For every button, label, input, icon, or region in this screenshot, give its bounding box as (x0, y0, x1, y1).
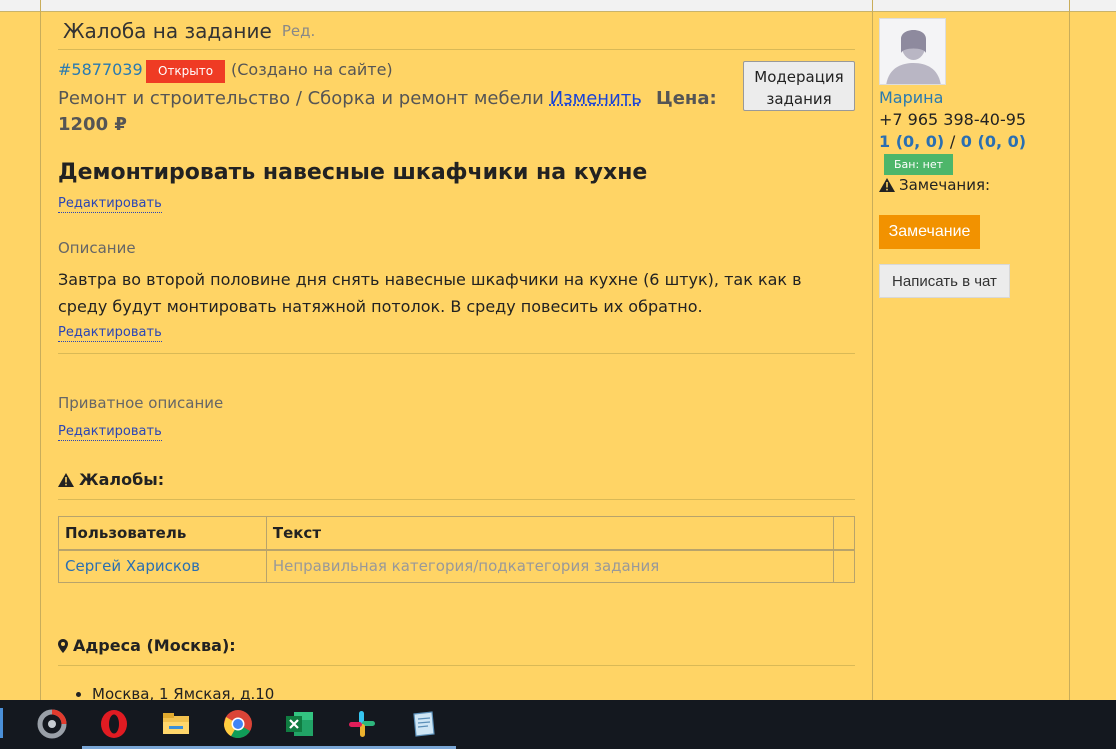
user-name-link[interactable]: Марина (879, 88, 943, 107)
warning-icon (879, 178, 895, 192)
task-source: (Создано на сайте) (231, 60, 393, 79)
moderation-button[interactable]: Модерация задания (743, 61, 855, 111)
divider (58, 665, 855, 666)
add-remark-button[interactable]: Замечание (879, 215, 980, 249)
divider (58, 353, 855, 354)
page-edit-link[interactable]: Ред. (282, 22, 315, 40)
column-header-text: Текст (265, 516, 835, 551)
sidebar: Марина +7 965 398-40-95 1 (0, 0) / 0 (0,… (879, 18, 1059, 298)
price-label: Цена: (656, 88, 717, 109)
avatar[interactable] (879, 18, 946, 85)
write-to-chat-button[interactable]: Написать в чат (879, 264, 1010, 298)
stat-b-link[interactable]: 0 (0, 0) (961, 132, 1026, 151)
warning-icon (58, 472, 74, 487)
stat-a-link[interactable]: 1 (0, 0) (879, 132, 944, 151)
stat-separator: / (949, 132, 956, 151)
file-explorer-icon[interactable] (144, 706, 208, 749)
table-row: Сергей Харисков Неправильная категория/п… (58, 549, 855, 583)
complaint-action-cell (833, 549, 855, 583)
remarks-label: Замечания: (879, 176, 990, 194)
category-path: Ремонт и строительство / Сборка и ремонт… (58, 88, 544, 109)
edit-private-description-link[interactable]: Редактировать (58, 423, 162, 441)
ban-status-badge: Бан: нет (884, 154, 954, 175)
user-phone: +7 965 398-40-95 (879, 110, 1027, 129)
map-marker-icon (58, 638, 68, 653)
browser-top-strip (0, 0, 1116, 12)
task-description: Завтра во второй половине дня снять наве… (58, 270, 802, 316)
price-value: 1200 ₽ (58, 114, 127, 135)
content-border-middle (872, 0, 873, 700)
user-stats: 1 (0, 0) / 0 (0, 0) (879, 132, 1026, 151)
task-id-link[interactable]: #5877039 (58, 60, 143, 79)
main-content: Жалоба на задание Ред. #5877039 Открыто … (58, 12, 855, 703)
notepad-icon[interactable] (392, 706, 456, 749)
addresses-heading-text: Адреса (Москва): (73, 636, 236, 655)
page-header: Жалоба на задание Ред. (58, 12, 855, 50)
content-border-right (1069, 0, 1070, 700)
photoscape-icon[interactable] (34, 706, 70, 742)
private-description-label: Приватное описание (58, 394, 224, 412)
chrome-icon[interactable] (206, 706, 270, 749)
task-category: Ремонт и строительство / Сборка и ремонт… (58, 88, 642, 109)
addresses-heading: Адреса (Москва): (58, 636, 236, 655)
complaints-heading: Жалобы: (58, 470, 164, 489)
complaint-text: Неправильная категория/подкатегория зада… (265, 549, 835, 583)
change-category-link[interactable]: Изменить (550, 88, 642, 109)
taskbar-start-edge[interactable] (0, 708, 3, 738)
divider (58, 499, 855, 500)
table-header-row: Пользователь Текст (58, 516, 855, 551)
complaints-heading-text: Жалобы: (79, 470, 165, 489)
excel-icon[interactable] (268, 706, 332, 749)
column-header-user: Пользователь (58, 516, 267, 551)
edit-description-link[interactable]: Редактировать (58, 324, 162, 342)
description-label: Описание (58, 239, 136, 257)
remarks-label-text: Замечания: (899, 176, 991, 194)
complaint-user-link[interactable]: Сергей Харисков (58, 549, 267, 583)
column-header-empty (833, 516, 855, 551)
content-border-left (40, 0, 41, 700)
user-avatar-icon (880, 19, 945, 84)
page-title: Жалоба на задание (63, 18, 272, 43)
slack-icon[interactable] (330, 706, 394, 749)
opera-icon[interactable] (82, 706, 146, 749)
task-title: Демонтировать навесные шкафчики на кухне (58, 160, 648, 185)
complaints-table: Пользователь Текст Сергей Харисков Непра… (58, 516, 855, 583)
edit-title-link[interactable]: Редактировать (58, 195, 162, 213)
status-badge: Открыто (146, 60, 226, 83)
